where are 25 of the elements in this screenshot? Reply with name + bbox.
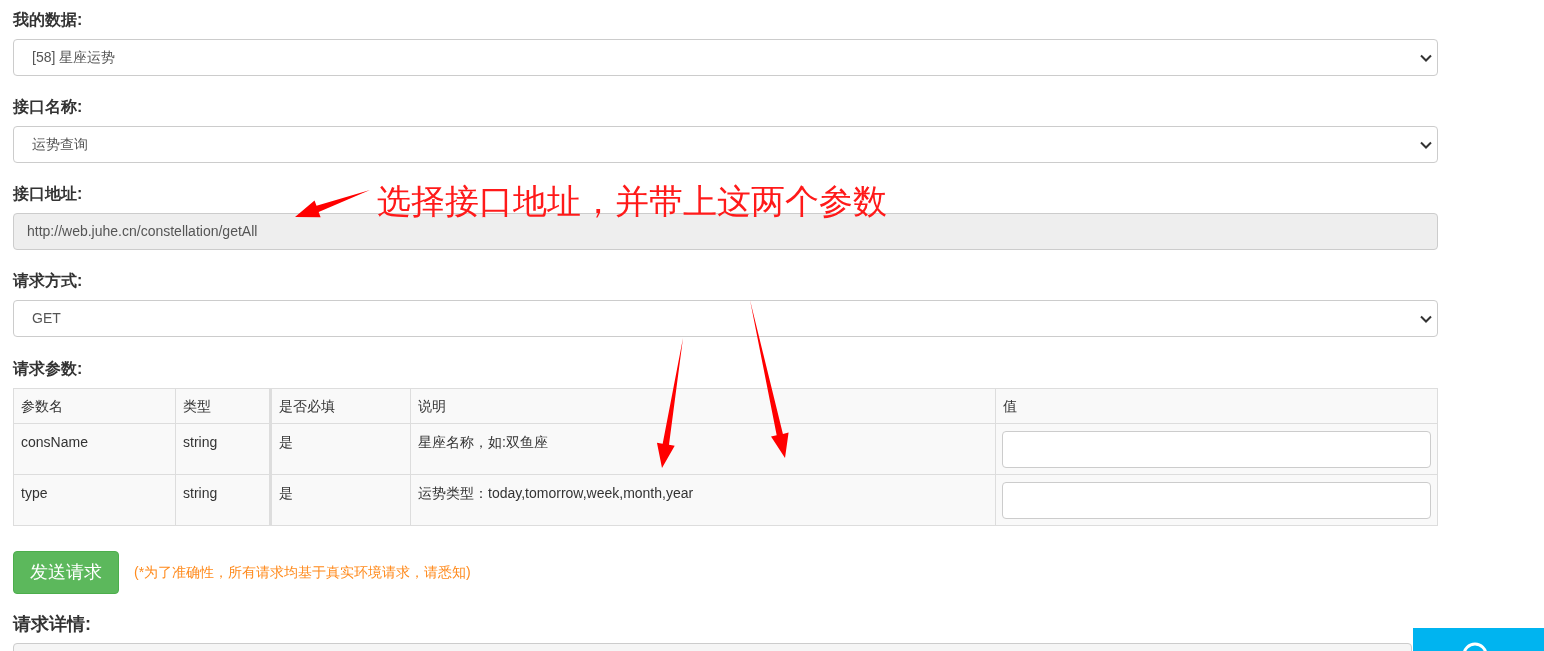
table-cell: 是 [270,474,411,526]
field-label: 接口名称: [13,97,83,117]
table-cell: 运势类型：today,tomorrow,week,month,year [410,474,996,526]
select-field[interactable]: GET [13,300,1438,337]
field-label: 请求参数: [13,359,83,379]
table-cell: type [13,474,176,526]
field-label: 请求详情: [13,613,91,636]
field-label: 请求方式: [13,271,83,291]
chevron-down-icon [1420,53,1432,62]
column-header: 值 [995,388,1438,424]
column-header: 参数名 [13,388,176,424]
column-header: 是否必填 [270,388,411,424]
field-label: 接口地址: [13,184,83,204]
value-field[interactable] [1002,430,1431,468]
value-field[interactable] [1002,481,1431,519]
select-field[interactable]: [58] 星座运势 [13,39,1438,76]
table-cell: consName [13,423,176,475]
column-header: 说明 [410,388,996,424]
select-field[interactable]: 运势查询 [13,126,1438,163]
chevron-down-icon [1420,314,1432,323]
chevron-down-icon [1420,140,1432,149]
notice-text: (*为了准确性，所有请求均基于真实环境请求，请悉知) [134,563,471,582]
field-label: 我的数据: [13,10,83,30]
column-header: 类型 [175,388,271,424]
table-cell: 是 [270,423,411,475]
